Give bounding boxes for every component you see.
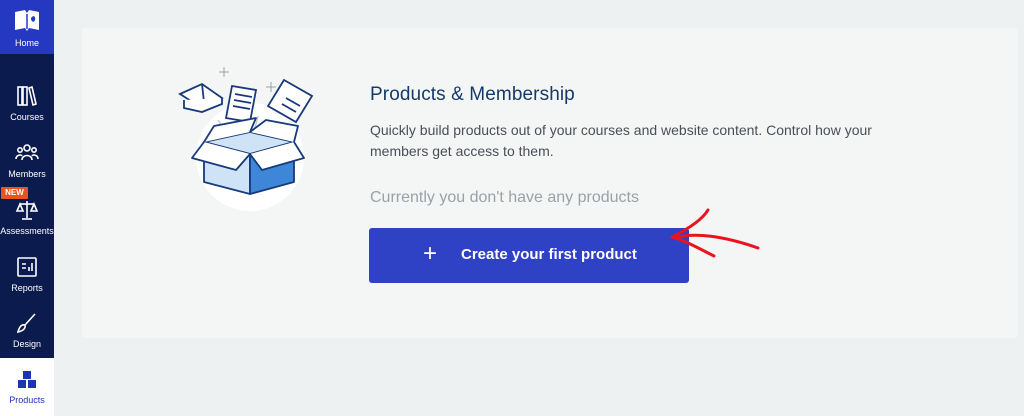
sidebar: Home Courses Members Assessments NEW Rep… [0,0,54,416]
sidebar-item-assessments[interactable]: Assessments [0,198,54,254]
empty-state-text: Currently you don't have any products [370,189,639,206]
plus-icon: + [423,240,438,267]
brush-icon [16,313,36,334]
open-box-illustration [178,67,314,211]
sidebar-item-label: Assessments [0,226,54,236]
create-button-label: Create your first product [461,246,637,263]
sidebar-item-label: Members [8,169,46,179]
new-badge: NEW [1,187,28,199]
red-arrow-annotation [670,208,760,258]
books-icon [17,85,37,107]
products-icon [18,371,36,388]
sidebar-item-label: Design [12,339,41,349]
sidebar-home-label: Home [14,38,39,48]
sidebar-item-courses[interactable]: Courses [0,84,54,140]
sidebar-item-products[interactable]: Products [0,358,54,416]
report-icon [17,257,37,277]
sidebar-item-label: Products [9,395,45,405]
scales-icon [15,201,39,220]
sidebar-item-label: Courses [10,112,44,122]
sidebar-home[interactable]: Home [0,0,54,54]
book-logo-icon [15,10,39,31]
sidebar-item-label: Reports [11,283,43,293]
page-title: Products & Membership [370,84,575,105]
sidebar-item-reports[interactable]: Reports [0,255,54,311]
people-icon [15,144,39,161]
create-first-product-button[interactable]: + Create your first product [369,228,689,283]
page-description: Quickly build products out of your cours… [370,122,872,159]
